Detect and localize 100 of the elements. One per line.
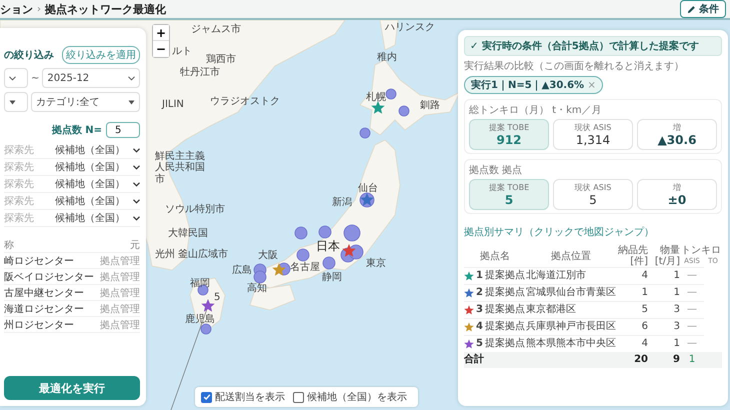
map-place-label: 札幌 bbox=[366, 92, 386, 104]
page-title: 拠点ネットワーク最適化 bbox=[45, 2, 166, 16]
caret-icon bbox=[133, 164, 140, 170]
site-count-input[interactable]: 5 bbox=[106, 122, 140, 138]
table-cell-text: 9 bbox=[672, 353, 680, 367]
metric-value: 1,314 bbox=[576, 133, 610, 147]
delivery-point-marker[interactable] bbox=[360, 128, 370, 138]
map-place-label: 広島 bbox=[232, 265, 252, 277]
site-name[interactable]: 提案拠点 bbox=[484, 285, 525, 301]
map-place-label: ジャムス市 bbox=[191, 24, 241, 36]
checkbox[interactable] bbox=[293, 392, 304, 402]
pencil-icon bbox=[687, 4, 696, 14]
table-cell-text: 20 bbox=[633, 353, 648, 367]
map-place-label: 大阪 bbox=[258, 250, 278, 262]
metric-label: 増 bbox=[673, 122, 681, 133]
site-star-marker[interactable] bbox=[371, 101, 385, 114]
candidate-select[interactable]: 候補地（全国） bbox=[55, 160, 140, 174]
table-cell: 東京都港区 bbox=[526, 301, 616, 318]
edit-conditions-button[interactable]: 条件 bbox=[680, 0, 726, 18]
map-place-label: 高知 bbox=[247, 283, 267, 295]
table-cell-text: 海道ロジセンター bbox=[4, 302, 84, 316]
site-count-label: 拠点数 N= bbox=[52, 124, 102, 137]
candidate-select[interactable]: 候補地（全国） bbox=[55, 143, 140, 157]
breadcrumb-separator: › bbox=[37, 4, 41, 14]
table-cell-text: 拠点管理 bbox=[100, 318, 140, 332]
metric-value: 912 bbox=[496, 133, 522, 147]
map-place-label: 5 bbox=[214, 292, 220, 304]
metric-label: 現状 ASIS bbox=[574, 182, 612, 193]
breadcrumb-link[interactable]: ション bbox=[0, 2, 33, 16]
slot-label: 探索先 bbox=[4, 178, 34, 191]
site-number: 3 bbox=[476, 303, 483, 317]
table-cell: 北海道江別市 bbox=[526, 267, 616, 284]
table-cell-text: 拠点管理 bbox=[100, 254, 140, 268]
delivery-point-marker[interactable] bbox=[296, 248, 310, 262]
site-number: 4 bbox=[476, 320, 483, 334]
slot-label: 探索先 bbox=[4, 194, 34, 208]
map-place-label: 東京 bbox=[366, 258, 386, 270]
table-cell: 3 bbox=[648, 301, 680, 318]
metric-value: ▲30.6 bbox=[658, 133, 696, 147]
map-place-label: 大韓民国 bbox=[168, 228, 208, 240]
table-cell-text: 州ロジセンター bbox=[4, 318, 74, 332]
table-cell: 6 bbox=[616, 318, 648, 335]
map-place-label: 新潟 bbox=[332, 197, 352, 209]
map-place-label: 名古屋 bbox=[290, 262, 320, 274]
column-header: トンキロ bbox=[680, 245, 722, 256]
condition-banner: ✓ 実行時の条件（合計5拠点）で計算した提案です bbox=[464, 36, 722, 56]
site-name[interactable]: 提案拠点 bbox=[484, 336, 525, 352]
map-place-label: 鮮民主主義 bbox=[155, 151, 205, 162]
metric-value: 5 bbox=[589, 193, 597, 207]
table-cell: — bbox=[680, 284, 704, 301]
site-name[interactable]: 提案拠点 bbox=[484, 302, 525, 318]
run-optimization-button[interactable]: 最適化を実行 bbox=[4, 376, 140, 400]
slot-label: 探索先 bbox=[4, 144, 34, 157]
site-star-marker[interactable] bbox=[272, 263, 286, 276]
metric-value: 5 bbox=[504, 193, 514, 207]
table-cell: — bbox=[680, 267, 704, 284]
map-place-label: 仙台 bbox=[358, 183, 378, 195]
site-star-marker[interactable] bbox=[201, 299, 215, 312]
run-chip[interactable]: 実行1｜N=5｜▲30.6% × bbox=[464, 76, 603, 94]
site-star-marker[interactable] bbox=[342, 244, 356, 257]
metric-label: 提案 TOBE bbox=[488, 182, 530, 193]
table-cell: 1 bbox=[648, 267, 680, 284]
map-place-label: 光州 bbox=[155, 249, 175, 261]
map-place-label: 釧路 bbox=[420, 100, 440, 112]
metric-value: ±0 bbox=[668, 193, 686, 207]
zoom-in-button[interactable]: + bbox=[153, 25, 169, 41]
table-cell: 1 bbox=[616, 284, 648, 301]
metric-title: 拠点数 拠点 bbox=[469, 164, 524, 177]
delivery-point-marker[interactable] bbox=[318, 226, 332, 238]
delivery-point-marker[interactable] bbox=[200, 324, 212, 334]
table-cell: 4 bbox=[616, 267, 648, 284]
apply-filter-button[interactable]: 絞り込みを適用 bbox=[62, 46, 140, 64]
caret-icon bbox=[9, 100, 16, 104]
caret-icon bbox=[128, 100, 135, 104]
comparison-label: 実行結果の比較（この画面を離れると消えます） bbox=[464, 60, 684, 73]
table-cell: — bbox=[680, 301, 704, 318]
column-header: 元 bbox=[130, 238, 140, 252]
category-select[interactable]: カテゴリ:全て bbox=[31, 92, 140, 112]
candidate-select[interactable]: 候補地（全国） bbox=[55, 177, 140, 191]
table-cell-text: 古屋中継センター bbox=[4, 286, 84, 300]
table-cell-text: 阪ベイロジセンター bbox=[4, 270, 94, 284]
candidate-select[interactable]: 候補地（全国） bbox=[55, 194, 140, 208]
map-place-label: 日本 bbox=[316, 240, 340, 252]
candidate-select[interactable]: 候補地（全国） bbox=[55, 211, 140, 225]
filter-select[interactable] bbox=[4, 92, 28, 112]
table-cell: — bbox=[680, 318, 704, 335]
month-select[interactable]: 2025-12 bbox=[42, 68, 140, 88]
caret-icon bbox=[133, 216, 140, 220]
site-name[interactable]: 提案拠点 bbox=[484, 319, 525, 335]
delivery-point-marker[interactable] bbox=[294, 226, 308, 240]
metric-label: 増 bbox=[673, 182, 681, 193]
delivery-point-marker[interactable] bbox=[344, 224, 360, 242]
section-title: の絞り込み bbox=[4, 48, 54, 62]
slot-label: 探索先 bbox=[4, 212, 34, 225]
summary-title-link[interactable]: 拠点別サマリ（クリックで地図ジャンプ） bbox=[464, 225, 654, 239]
caret-icon bbox=[133, 148, 140, 152]
checkbox[interactable] bbox=[201, 392, 212, 402]
delivery-point-marker[interactable] bbox=[254, 270, 266, 284]
delivery-point-marker[interactable] bbox=[322, 256, 336, 270]
site-name[interactable]: 提案拠点 bbox=[484, 268, 525, 284]
